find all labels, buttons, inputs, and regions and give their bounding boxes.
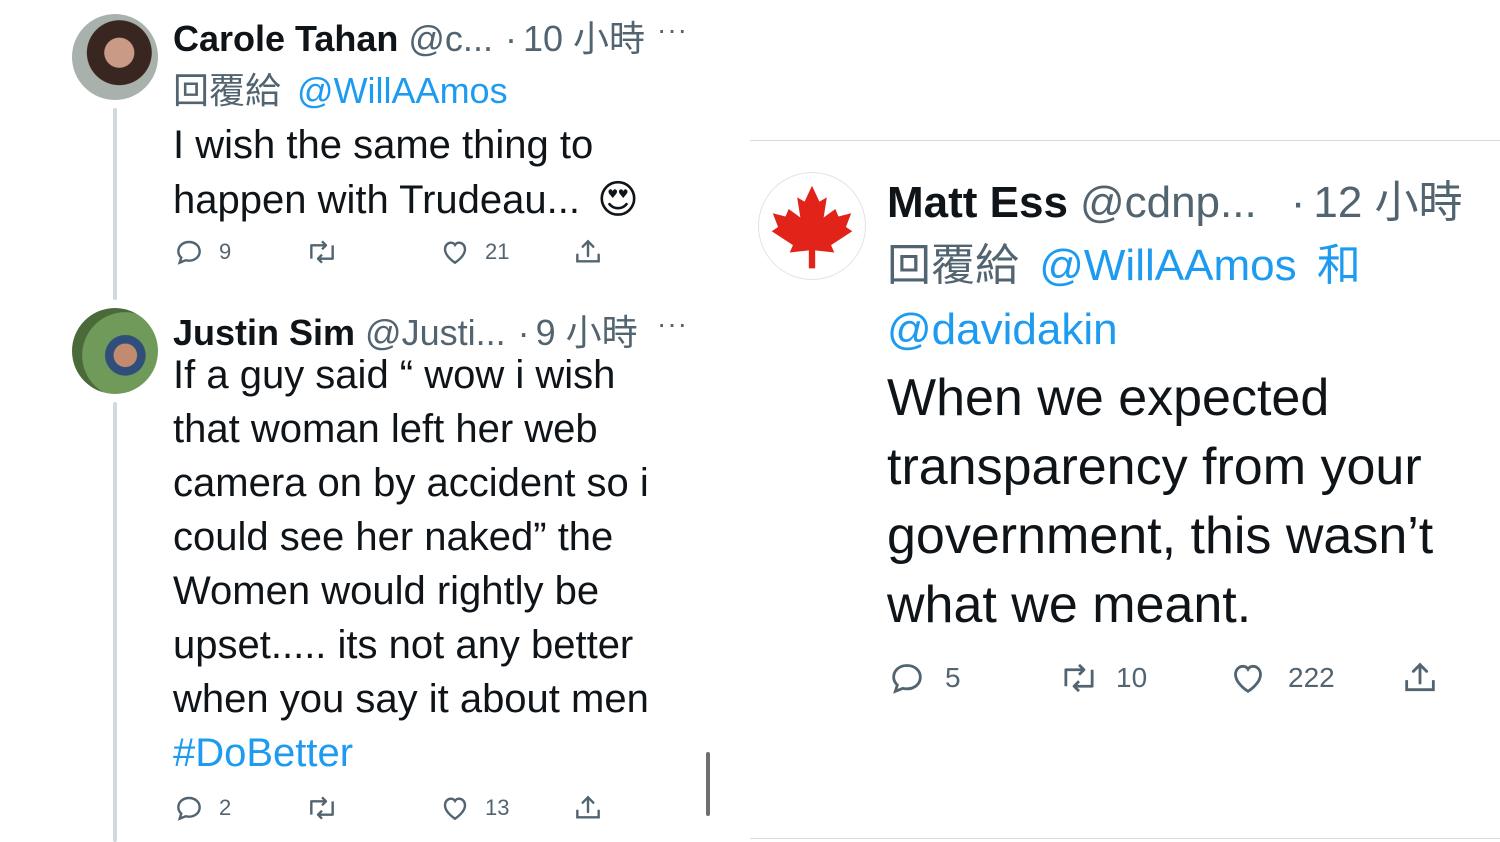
author-handle[interactable]: @c...: [408, 18, 493, 60]
left-thread-panel: Carole Tahan @c... · 10 小時 ··· 回覆給 @Will…: [0, 0, 740, 842]
reply-to-label: 回覆給: [173, 70, 282, 111]
share-icon: [1405, 662, 1435, 692]
tweet-text-line: When we expected: [887, 369, 1330, 427]
tweet-text-line: happen with Trudeau... 😍: [173, 178, 639, 222]
mention-link[interactable]: @davidakin: [887, 305, 1118, 354]
tweet-text-line: upset..... its not any better: [173, 623, 634, 667]
retweet-count: 10: [1116, 662, 1148, 693]
tweet-text: If a guy said “ wow i wish that woman le…: [173, 348, 649, 780]
reply-icon: [177, 240, 201, 265]
tweet-header: Matt Ess @cdnp... · 12 小時: [887, 166, 1463, 230]
reply-icon: [177, 796, 201, 821]
separator-dot: ·: [504, 18, 517, 59]
tweet-text-line: I wish the same thing to: [173, 123, 594, 167]
reply-count: 5: [945, 662, 961, 693]
tweet-text-line: transparency from your: [887, 438, 1422, 496]
retweet-icon: [1064, 663, 1094, 693]
reply-button[interactable]: 9: [173, 236, 231, 268]
tweet-text-line: that woman left her web: [173, 407, 598, 451]
like-count: 13: [485, 795, 510, 820]
avatar-justin-sim[interactable]: [72, 308, 158, 394]
like-icon: [443, 241, 467, 265]
reply-count: 9: [219, 239, 232, 264]
right-tweet-panel: Matt Ess @cdnp... · 12 小時 回覆給 @WillAAmos…: [750, 0, 1500, 842]
reply-conjunction: 和: [1316, 241, 1361, 290]
tweet-time[interactable]: 12 小時: [1313, 166, 1462, 230]
author-handle[interactable]: @cdnp...: [1080, 178, 1257, 228]
tweet-header: Carole Tahan @c... · 10 小時: [173, 10, 645, 62]
tweet-text-line: when you say it about men: [173, 677, 649, 721]
thread-connector-line: [113, 402, 117, 842]
scrollbar-thumb[interactable]: [706, 752, 710, 816]
like-icon: [1234, 664, 1262, 693]
mention-link[interactable]: @WillAAmos: [297, 70, 508, 111]
retweet-button[interactable]: [303, 236, 341, 268]
reply-to-line: 回覆給 @WillAAmos 和 @davidakin: [887, 234, 1361, 362]
tweet-text-line: camera on by accident so i: [173, 461, 649, 505]
tweet-time[interactable]: 10 小時: [523, 10, 645, 62]
heart-eyes-emoji: 😍: [597, 178, 639, 222]
retweet-button[interactable]: 10: [1056, 658, 1147, 698]
avatar-carole-tahan[interactable]: [72, 14, 158, 100]
hashtag-link[interactable]: #DoBetter: [173, 726, 649, 780]
reply-to-label: 回覆給: [887, 241, 1019, 290]
maple-leaf-icon: [771, 185, 853, 269]
author-name[interactable]: Carole Tahan: [173, 18, 398, 60]
reply-count: 2: [219, 795, 232, 820]
share-button[interactable]: [572, 792, 604, 824]
divider-bottom: [750, 838, 1500, 839]
avatar-matt-ess[interactable]: [758, 172, 866, 280]
more-icon[interactable]: ···: [657, 308, 688, 340]
tweet-text-line: If a guy said “ wow i wish: [173, 353, 616, 397]
more-icon[interactable]: ···: [657, 14, 688, 46]
tweet-text: I wish the same thing to happen with Tru…: [173, 118, 639, 228]
reply-to-line: 回覆給 @WillAAmos: [173, 62, 508, 114]
retweet-button[interactable]: [303, 792, 341, 824]
tweet-text-line: Women would rightly be: [173, 569, 600, 613]
share-icon: [576, 795, 600, 819]
thread-connector-line: [113, 108, 117, 300]
retweet-icon: [310, 796, 334, 820]
tweet-text: When we expected transparency from your …: [887, 364, 1433, 640]
like-button[interactable]: 13: [439, 792, 509, 824]
tweet-text-line: could see her naked” the: [173, 515, 614, 559]
separator-dot: ·: [1290, 178, 1306, 227]
share-icon: [576, 239, 600, 263]
like-button[interactable]: 21: [439, 236, 509, 268]
like-count: 21: [485, 239, 510, 264]
mention-link[interactable]: @WillAAmos: [1039, 241, 1296, 290]
tweet-text-line: what we meant.: [887, 576, 1252, 634]
retweet-icon: [310, 240, 334, 264]
reply-button[interactable]: 2: [173, 792, 231, 824]
like-icon: [443, 797, 467, 821]
share-button[interactable]: [572, 236, 604, 268]
like-count: 222: [1288, 662, 1335, 693]
author-name[interactable]: Matt Ess: [887, 178, 1068, 228]
like-button[interactable]: 222: [1228, 658, 1335, 698]
share-button[interactable]: [1400, 658, 1440, 698]
reply-icon: [892, 664, 922, 694]
reply-button[interactable]: 5: [887, 658, 961, 698]
divider-top: [750, 140, 1500, 141]
tweet-text-line: government, this wasn’t: [887, 507, 1434, 565]
